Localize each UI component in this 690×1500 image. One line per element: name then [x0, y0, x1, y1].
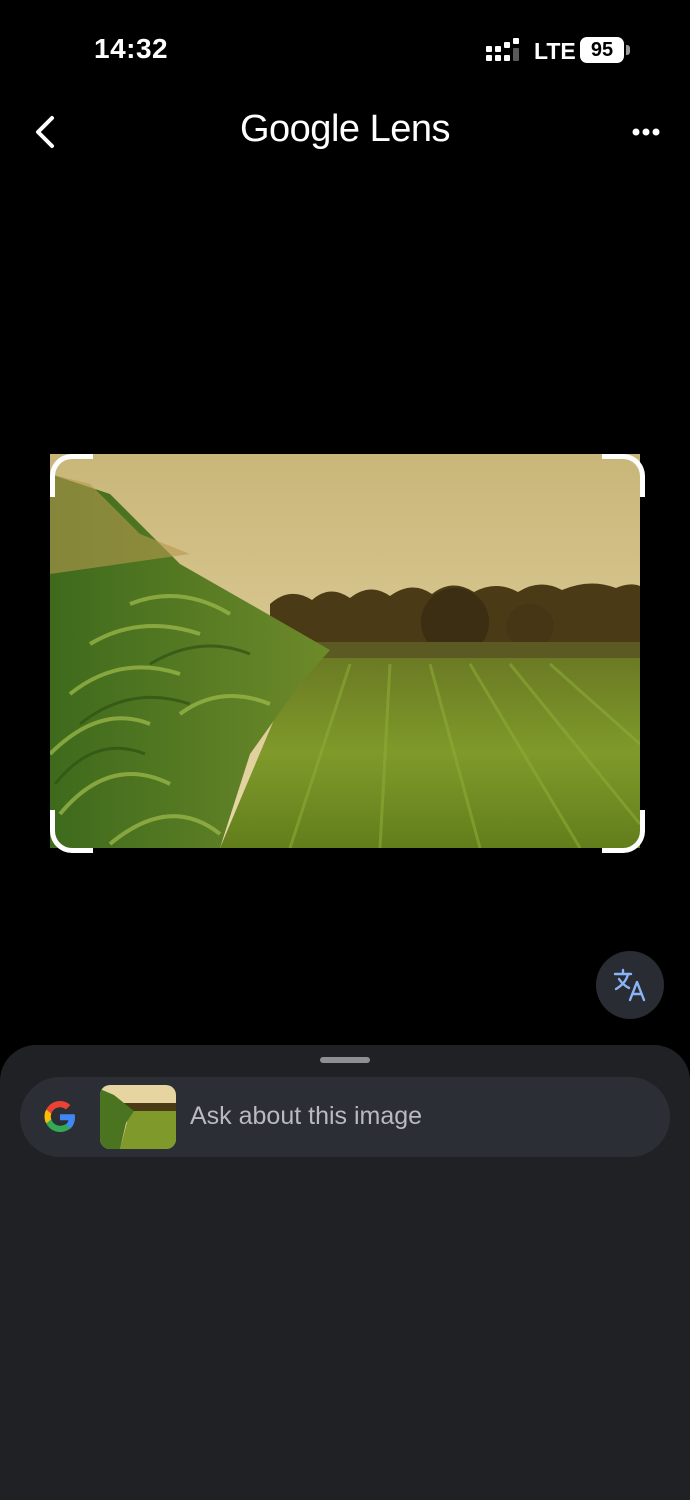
status-bar: 14:32 LTE 95 [0, 0, 690, 100]
crop-corner-bottom-right[interactable] [602, 810, 645, 853]
more-options-button[interactable] [624, 112, 668, 152]
crop-corner-top-right[interactable] [602, 454, 645, 497]
cornfield-photo [50, 454, 640, 848]
google-lens-screen: 14:32 LTE 95 Google Lens Ask about this … [0, 0, 690, 1500]
thumbnail-photo [100, 1085, 176, 1149]
more-horizontal-icon [632, 128, 660, 136]
google-g-icon [44, 1101, 75, 1132]
battery-icon: 95 [580, 37, 630, 63]
battery-tip [626, 45, 630, 55]
battery-level: 95 [580, 37, 624, 63]
search-placeholder: Ask about this image [190, 1102, 423, 1130]
title-product: Lens [369, 108, 451, 150]
status-time: 14:32 [94, 33, 169, 64]
selected-image[interactable] [50, 454, 640, 848]
translate-button[interactable] [596, 951, 664, 1019]
sheet-drag-handle[interactable] [320, 1057, 370, 1063]
crop-corner-top-left[interactable] [50, 454, 93, 497]
translate-icon [613, 968, 646, 1002]
signal-icon [486, 38, 519, 61]
search-bar[interactable]: Ask about this image [20, 1077, 670, 1157]
page-title: Google Lens [0, 108, 690, 151]
image-thumbnail[interactable] [100, 1085, 176, 1149]
title-brand: Google [239, 108, 360, 150]
crop-corner-bottom-left[interactable] [50, 810, 93, 853]
network-type: LTE [534, 38, 576, 64]
results-bottom-sheet[interactable]: Ask about this image [0, 1045, 690, 1500]
